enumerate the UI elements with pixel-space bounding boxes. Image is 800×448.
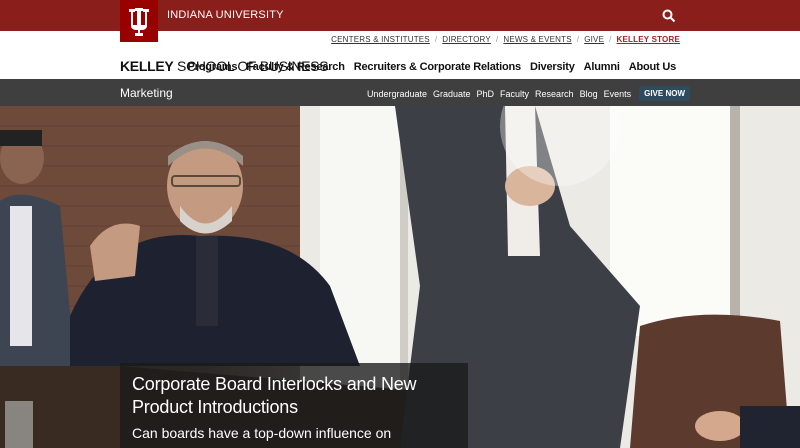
give-now-button[interactable]: GIVE NOW [639,86,690,101]
university-name[interactable]: INDIANA UNIVERSITY [167,9,284,21]
nav-recruiters[interactable]: Recruiters & Corporate Relations [354,61,521,73]
utility-link-directory[interactable]: DIRECTORY [442,35,491,44]
article-title[interactable]: Corporate Board Interlocks and New Produ… [132,373,456,419]
nav-faculty-research[interactable]: Faculty & Research [246,61,345,73]
iu-trident-logo[interactable] [120,0,158,42]
main-nav: Programs Faculty & Research Recruiters &… [187,61,676,73]
subnav-events[interactable]: Events [604,89,632,99]
subnav-blog[interactable]: Blog [580,89,598,99]
nav-diversity[interactable]: Diversity [530,61,575,73]
utility-link-kelley-store[interactable]: KELLEY STORE [617,35,680,44]
school-name-bold: KELLEY [120,58,174,74]
utility-link-centers[interactable]: CENTERS & INSTITUTES [331,35,430,44]
separator: / [495,35,499,44]
utility-links: CENTERS & INSTITUTES / DIRECTORY / NEWS … [331,35,680,44]
utility-link-give[interactable]: GIVE [584,35,604,44]
trident-icon [129,8,149,36]
section-title[interactable]: Marketing [120,86,173,100]
section-subnav: Undergraduate Graduate PhD Faculty Resea… [367,86,690,101]
subnav-faculty[interactable]: Faculty [500,89,529,99]
subnav-phd[interactable]: PhD [477,89,495,99]
search-icon[interactable] [662,9,676,23]
separator: / [609,35,612,44]
subnav-research[interactable]: Research [535,89,574,99]
separator: / [576,35,580,44]
subnav-graduate[interactable]: Graduate [433,89,471,99]
separator: / [434,35,438,44]
utility-link-news[interactable]: NEWS & EVENTS [503,35,571,44]
article-subtitle: Can boards have a top-down influence on [132,425,392,441]
hero-caption[interactable]: Corporate Board Interlocks and New Produ… [120,363,468,448]
nav-about-us[interactable]: About Us [629,61,676,73]
subnav-undergraduate[interactable]: Undergraduate [367,89,427,99]
nav-programs[interactable]: Programs [187,61,237,73]
nav-alumni[interactable]: Alumni [584,61,620,73]
